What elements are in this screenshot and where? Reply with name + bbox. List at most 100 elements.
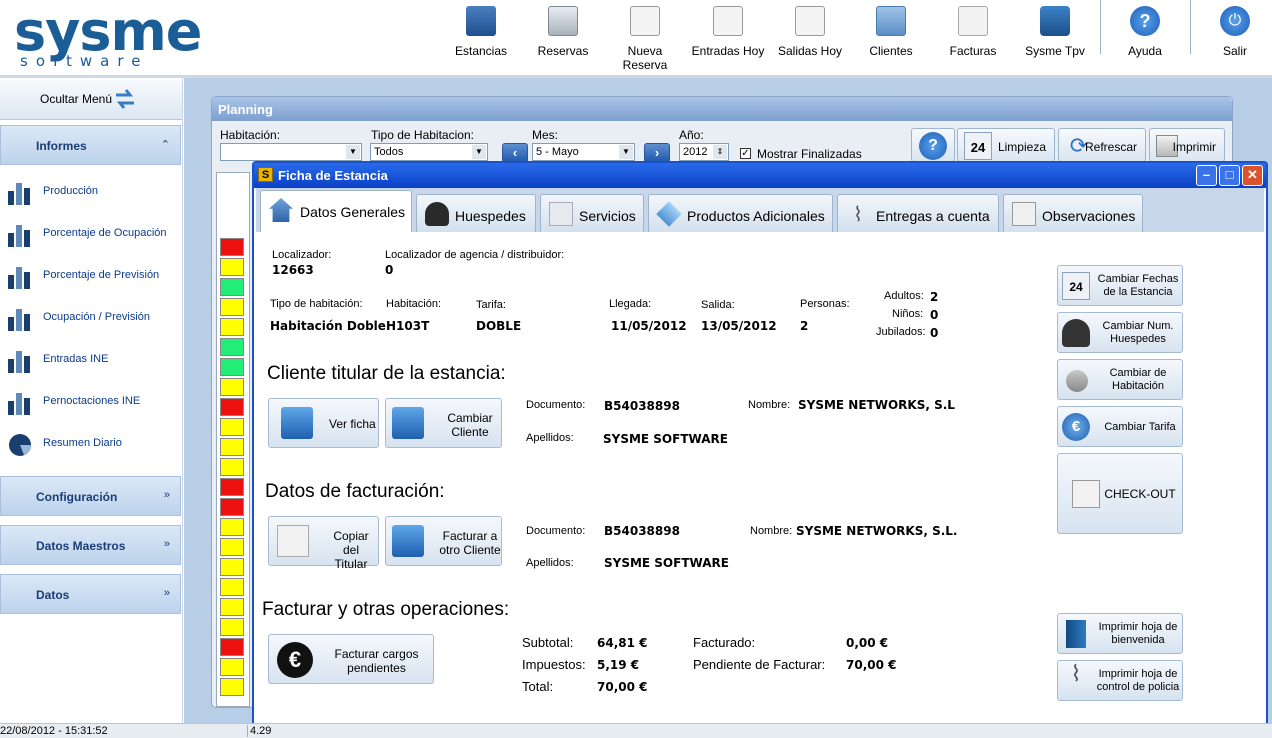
anio-spinner[interactable]: 2012 ⇕ <box>679 143 729 161</box>
mes-select[interactable]: 5 - Mayo ▼ <box>532 143 635 161</box>
toolbar-ayuda-button[interactable]: ? Ayuda <box>1104 4 1186 58</box>
limpieza-button[interactable]: 24 Limpieza <box>957 128 1055 162</box>
toolbar-reservas-button[interactable]: Reservas <box>522 4 604 58</box>
planning-cell[interactable] <box>220 618 244 636</box>
copiar-titular-button[interactable]: Copiar del Titular <box>268 516 379 571</box>
planning-cell[interactable] <box>220 398 244 416</box>
next-month-button[interactable]: › <box>644 143 670 163</box>
localizador-label: Localizador: <box>272 249 332 261</box>
menu-item-porcentaje-prevision[interactable]: Porcentaje de Previsión <box>6 261 176 291</box>
fact-nombre-value: SYSME NETWORKS, S.L. <box>796 524 958 538</box>
status-extra: 4.29 <box>250 725 272 737</box>
maximize-button[interactable]: □ <box>1219 165 1240 186</box>
facturado-value: 0,00 € <box>846 636 889 650</box>
dropdown-arrow-icon: ▼ <box>346 145 360 159</box>
imprimir-bienvenida-button[interactable]: Imprimir hoja de bienvenida <box>1057 613 1183 654</box>
planning-cell[interactable] <box>220 298 244 316</box>
tarifa-value: DOBLE <box>476 319 522 333</box>
toolbar-salir-button[interactable]: ⏻ Salir <box>1194 4 1272 58</box>
imprimir-policia-button[interactable]: ⌇ Imprimir hoja de control de policia <box>1057 660 1183 701</box>
mostrar-finalizadas-checkbox[interactable]: ✓ <box>740 148 751 159</box>
section-configuracion[interactable]: Configuración» <box>0 476 181 516</box>
planning-cell[interactable] <box>220 238 244 256</box>
menu-item-pernoctaciones-ine[interactable]: Pernoctaciones INE <box>6 387 176 417</box>
chevron-down-icon: » <box>163 489 170 501</box>
folder-user-icon <box>281 407 313 439</box>
toolbar-estancias-button[interactable]: Estancias <box>440 4 522 58</box>
cambiar-huespedes-button[interactable]: Cambiar Num. Huespedes <box>1057 312 1183 353</box>
facturar-otro-cliente-button[interactable]: Facturar a otro Cliente <box>385 516 502 566</box>
menu-item-entradas-ine[interactable]: Entradas INE <box>6 345 176 375</box>
toolbar-sysme-tpv-button[interactable]: Sysme Tpv <box>1014 4 1096 58</box>
fact-nombre-label: Nombre: <box>750 525 793 537</box>
tipo-habitacion-select[interactable]: Todos ▼ <box>370 143 488 161</box>
planning-cell[interactable] <box>220 598 244 616</box>
section-datos-maestros[interactable]: Datos Maestros» <box>0 525 181 565</box>
tab-servicios[interactable]: Servicios <box>540 194 644 232</box>
section-datos[interactable]: Datos» <box>0 574 181 614</box>
planning-cell[interactable] <box>220 318 244 336</box>
impuestos-value: 5,19 € <box>597 658 640 672</box>
habitacion-select[interactable]: ▼ <box>220 143 362 161</box>
new-document-icon <box>630 6 660 36</box>
ver-ficha-button[interactable]: Ver ficha <box>268 398 379 448</box>
tab-productos-adicionales[interactable]: Productos Adicionales <box>648 194 833 232</box>
planning-cell[interactable] <box>220 658 244 676</box>
planning-cell[interactable] <box>220 638 244 656</box>
close-button[interactable]: ✕ <box>1242 165 1263 186</box>
fact-documento-label: Documento: <box>526 525 586 537</box>
tab-observaciones[interactable]: Observaciones <box>1003 194 1143 232</box>
menu-item-resumen-diario[interactable]: Resumen Diario <box>6 429 176 459</box>
planning-header: Planning <box>212 97 1232 121</box>
planning-cell[interactable] <box>220 518 244 536</box>
toolbar-salidas-hoy-button[interactable]: Salidas Hoy <box>769 4 851 58</box>
planning-cell[interactable] <box>220 498 244 516</box>
toolbar-nueva-reserva-button[interactable]: Nueva Reserva <box>604 4 686 72</box>
cambiar-tarifa-button[interactable]: € Cambiar Tarifa <box>1057 406 1183 447</box>
copy-icon <box>277 525 309 557</box>
menu-item-produccion[interactable]: Producción <box>6 177 176 207</box>
tab-entregas-cuenta[interactable]: ⌇ Entregas a cuenta <box>837 194 999 232</box>
cambiar-cliente-button[interactable]: Cambiar Cliente <box>385 398 502 448</box>
tab-datos-generales[interactable]: Datos Generales <box>260 190 412 233</box>
refrescar-button[interactable]: ⟳ Refrescar <box>1058 128 1146 162</box>
section-informes[interactable]: Informes ⌃ <box>0 125 181 165</box>
dialog-titlebar[interactable]: S Ficha de Estancia – □ ✕ <box>254 163 1266 188</box>
planning-cell[interactable] <box>220 358 244 376</box>
localizador-agencia-value: 0 <box>385 263 394 277</box>
tab-huespedes[interactable]: Huespedes <box>416 194 536 232</box>
toolbar-facturas-button[interactable]: Facturas <box>932 4 1014 58</box>
adultos-value: 2 <box>930 290 939 304</box>
planning-cell[interactable] <box>220 278 244 296</box>
notepad-icon <box>1012 202 1036 226</box>
planning-cell[interactable] <box>220 438 244 456</box>
toolbar-entradas-hoy-button[interactable]: Entradas Hoy <box>687 4 769 58</box>
bar-chart-icon <box>8 351 30 373</box>
toolbar-clientes-button[interactable]: Clientes <box>850 4 932 58</box>
facturar-cargos-button[interactable]: € Facturar cargos pendientes <box>268 634 434 684</box>
planning-cell[interactable] <box>220 558 244 576</box>
planning-cell[interactable] <box>220 478 244 496</box>
document-icon <box>549 202 573 226</box>
planning-cell[interactable] <box>220 418 244 436</box>
pendiente-label: Pendiente de Facturar: <box>693 657 826 672</box>
planning-help-button[interactable]: ? <box>911 128 955 162</box>
hide-menu-button[interactable]: Ocultar Menú <box>0 80 182 120</box>
checkout-button[interactable]: CHECK-OUT <box>1057 453 1183 534</box>
planning-cell[interactable] <box>220 578 244 596</box>
planning-cell[interactable] <box>220 378 244 396</box>
cambiar-fechas-button[interactable]: 24 Cambiar Fechas de la Estancia <box>1057 265 1183 306</box>
planning-cell[interactable] <box>220 678 244 696</box>
bar-chart-icon <box>8 309 30 331</box>
planning-cell[interactable] <box>220 338 244 356</box>
menu-item-ocupacion-prevision[interactable]: Ocupación / Previsión <box>6 303 176 333</box>
subtotal-value: 64,81 € <box>597 636 648 650</box>
planning-cell[interactable] <box>220 458 244 476</box>
planning-cell[interactable] <box>220 538 244 556</box>
cambiar-habitacion-button[interactable]: Cambiar de Habitación <box>1057 359 1183 400</box>
menu-item-porcentaje-ocupacion[interactable]: Porcentaje de Ocupación <box>6 219 176 249</box>
planning-cell[interactable] <box>220 258 244 276</box>
imprimir-button[interactable]: Imprimir <box>1149 128 1225 162</box>
prev-month-button[interactable]: ‹ <box>502 143 528 163</box>
minimize-button[interactable]: – <box>1196 165 1217 186</box>
